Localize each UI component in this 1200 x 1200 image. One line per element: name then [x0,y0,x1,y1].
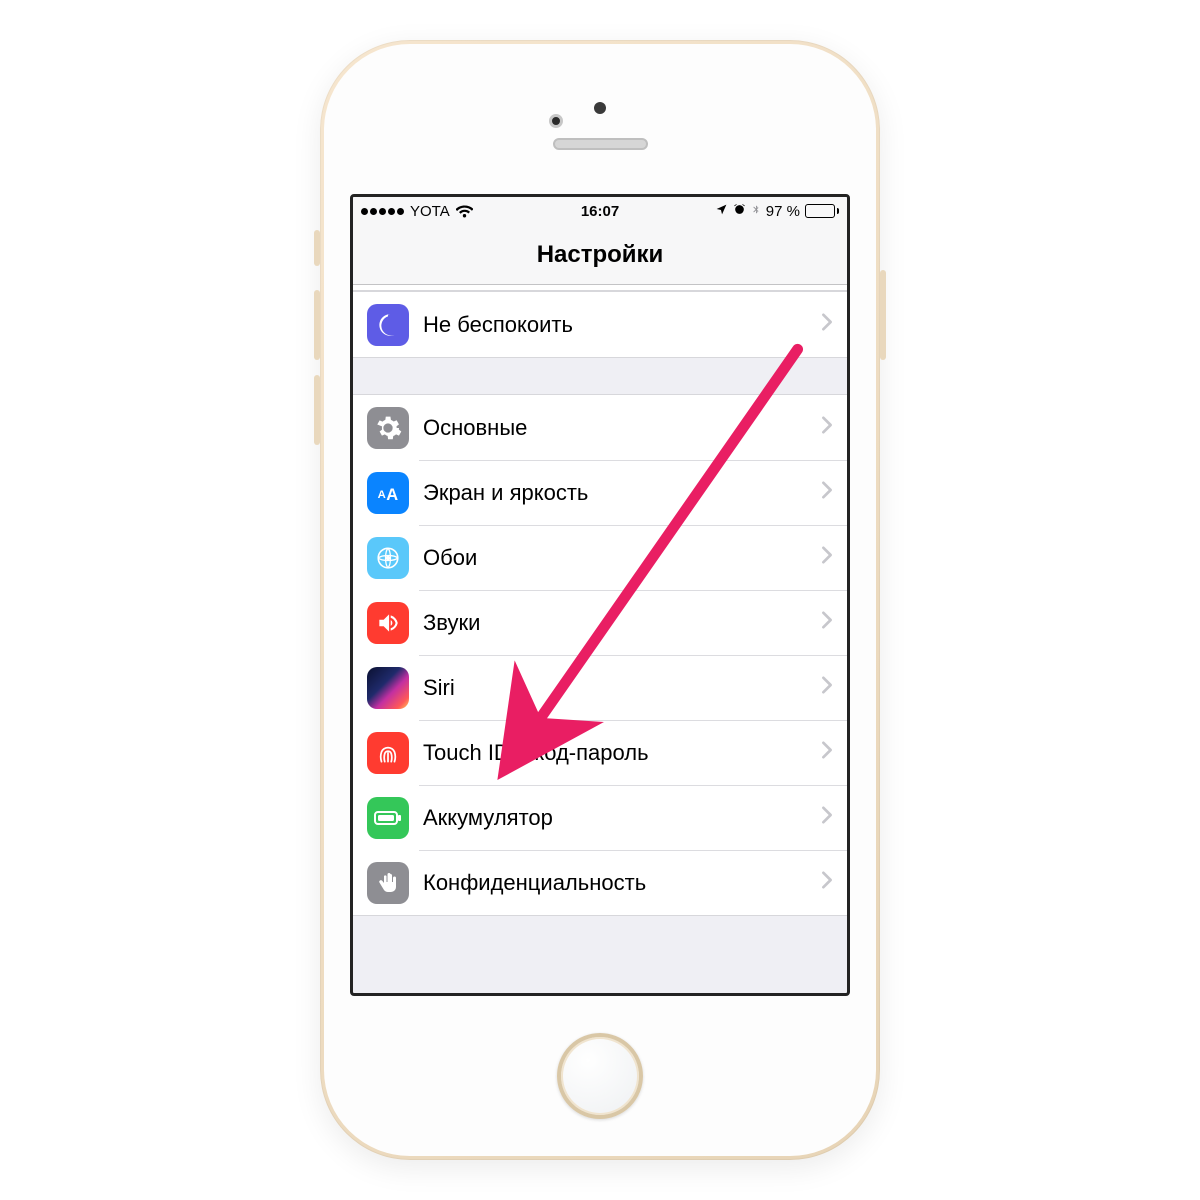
status-bar: YOTA 16:07 97 % [353,197,847,225]
power-button [880,270,886,360]
phone-screen: YOTA 16:07 97 % [350,194,850,996]
settings-row-аккумулятор[interactable]: Аккумулятор [353,785,847,850]
mute-switch [314,230,320,266]
settings-row-label: Конфиденциальность [423,870,807,896]
wallpaper-icon [367,537,409,579]
settings-row-основные[interactable]: Основные [353,395,847,460]
gear-icon [367,407,409,449]
settings-row-siri[interactable]: Siri [353,655,847,720]
volume-down-button [314,375,320,445]
settings-row-конфиденциальность[interactable]: Конфиденциальность [353,850,847,915]
page-title-label: Настройки [537,241,664,269]
settings-row-touch-id-и-код-пароль[interactable]: Touch ID и код-пароль [353,720,847,785]
page-title: Настройки [353,225,847,285]
settings-row-label: Звуки [423,610,807,636]
settings-row-экран-и-яркость[interactable]: AA Экран и яркость [353,460,847,525]
moon-icon [367,304,409,346]
settings-row-label: Touch ID и код-пароль [423,740,807,766]
volume-up-button [314,290,320,360]
iphone-device-frame: YOTA 16:07 97 % [320,40,880,1160]
chevron-right-icon [821,806,833,829]
fingerprint-icon [367,732,409,774]
settings-row-не-беспокоить[interactable]: Не беспокоить [353,292,847,357]
proximity-sensor [594,102,606,114]
home-button[interactable] [557,1033,643,1119]
settings-row-label: Не беспокоить [423,312,807,338]
earpiece-speaker [553,138,648,150]
bottom-bezel [350,996,850,1156]
front-camera-icon [549,114,563,128]
chevron-right-icon [821,546,833,569]
speaker-icon [367,602,409,644]
svg-text:A: A [378,489,386,501]
chevron-right-icon [821,741,833,764]
settings-row-звуки[interactable]: Звуки [353,590,847,655]
settings-row-label: Экран и яркость [423,480,807,506]
settings-row-label: Аккумулятор [423,805,807,831]
chevron-right-icon [821,611,833,634]
settings-row-label: Основные [423,415,807,441]
chevron-right-icon [821,416,833,439]
hand-icon [367,862,409,904]
clock-label: 16:07 [353,203,847,220]
settings-row-label: Siri [423,675,807,701]
chevron-right-icon [821,481,833,504]
chevron-right-icon [821,313,833,336]
display-icon: AA [367,472,409,514]
battery-icon [367,797,409,839]
settings-list[interactable]: Не беспокоить Основные AA Экран и яркость Об… [353,285,847,993]
chevron-right-icon [821,676,833,699]
battery-icon [805,204,839,218]
settings-row-обои[interactable]: Обои [353,525,847,590]
top-bezel [350,44,850,194]
svg-text:A: A [386,485,398,502]
siri-icon [367,667,409,709]
settings-row-label: Обои [423,545,807,571]
chevron-right-icon [821,871,833,894]
